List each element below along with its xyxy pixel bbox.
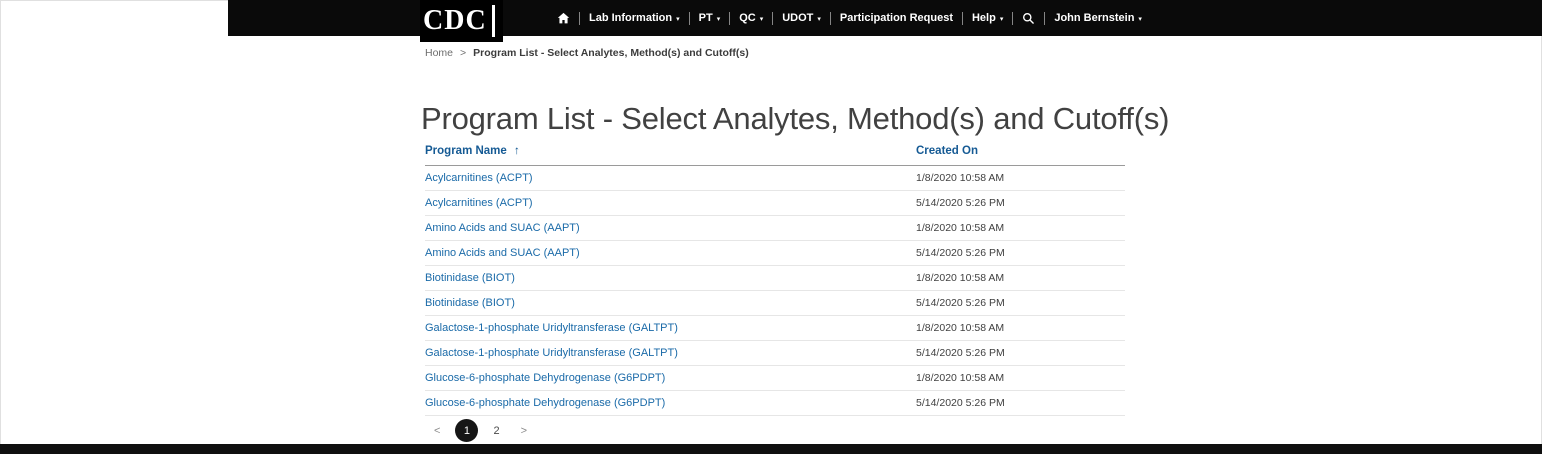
program-link[interactable]: Amino Acids and SUAC (AAPT)	[425, 247, 580, 259]
nav-user-menu[interactable]: John Bernstein ▾	[1045, 12, 1151, 24]
nav-label: Participation Request	[840, 12, 953, 24]
program-name-cell: Amino Acids and SUAC (AAPT)	[425, 216, 916, 241]
page-2-button[interactable]: 2	[487, 422, 505, 440]
program-name-cell: Galactose-1-phosphate Uridyltransferase …	[425, 341, 916, 366]
home-icon	[557, 12, 570, 25]
program-name-cell: Biotinidase (BIOT)	[425, 291, 916, 316]
nav-label: Help	[972, 12, 996, 24]
search-icon	[1022, 12, 1035, 25]
nav-label: QC	[739, 12, 756, 24]
created-on-cell: 1/8/2020 10:58 AM	[916, 316, 1125, 341]
footer-bar	[0, 444, 1542, 454]
program-link[interactable]: Glucose-6-phosphate Dehydrogenase (G6PDP…	[425, 372, 665, 384]
created-on-cell: 5/14/2020 5:26 PM	[916, 391, 1125, 416]
created-on-cell: 5/14/2020 5:26 PM	[916, 291, 1125, 316]
chevron-down-icon: ▾	[760, 15, 764, 23]
table-row: Acylcarnitines (ACPT) 5/14/2020 5:26 PM	[425, 191, 1125, 216]
created-on-cell: 1/8/2020 10:58 AM	[916, 216, 1125, 241]
program-link[interactable]: Biotinidase (BIOT)	[425, 297, 515, 309]
program-link[interactable]: Acylcarnitines (ACPT)	[425, 197, 533, 209]
table-row: Acylcarnitines (ACPT) 1/8/2020 10:58 AM	[425, 166, 1125, 191]
program-name-cell: Biotinidase (BIOT)	[425, 266, 916, 291]
table-row: Amino Acids and SUAC (AAPT) 5/14/2020 5:…	[425, 241, 1125, 266]
nav-label: UDOT	[782, 12, 813, 24]
chevron-down-icon: ▾	[717, 15, 721, 23]
program-link[interactable]: Biotinidase (BIOT)	[425, 272, 515, 284]
sort-ascending-icon: ↑	[514, 145, 520, 157]
prev-page-button[interactable]: <	[428, 422, 446, 440]
nav-home[interactable]	[548, 12, 579, 25]
pagination: < 1 2 >	[428, 419, 533, 442]
cdc-logo-text: CDC	[423, 7, 487, 35]
created-on-cell: 5/14/2020 5:26 PM	[916, 191, 1125, 216]
program-table: Program Name ↑ Created On Acylcarnitines…	[425, 139, 1125, 416]
nav-qc[interactable]: QC ▾	[730, 12, 772, 24]
cdc-logo[interactable]: CDC	[420, 0, 503, 42]
nav-pt[interactable]: PT ▾	[690, 12, 730, 24]
table-row: Glucose-6-phosphate Dehydrogenase (G6PDP…	[425, 366, 1125, 391]
column-header-created-on[interactable]: Created On	[916, 139, 1125, 166]
chevron-down-icon: ▾	[1138, 15, 1142, 23]
program-link[interactable]: Acylcarnitines (ACPT)	[425, 172, 533, 184]
program-link[interactable]: Galactose-1-phosphate Uridyltransferase …	[425, 347, 678, 359]
breadcrumb-current: Program List - Select Analytes, Method(s…	[473, 47, 749, 59]
chevron-down-icon: ▾	[817, 15, 821, 23]
breadcrumb-home-link[interactable]: Home	[425, 47, 453, 59]
table-row: Biotinidase (BIOT) 5/14/2020 5:26 PM	[425, 291, 1125, 316]
program-link[interactable]: Amino Acids and SUAC (AAPT)	[425, 222, 580, 234]
nav-lab-information[interactable]: Lab Information ▾	[580, 12, 689, 24]
table-row: Biotinidase (BIOT) 1/8/2020 10:58 AM	[425, 266, 1125, 291]
nav-label: Lab Information	[589, 12, 672, 24]
program-link[interactable]: Glucose-6-phosphate Dehydrogenase (G6PDP…	[425, 397, 665, 409]
page: CDC Lab Information ▾ PT ▾ QC ▾ UDOT ▾	[0, 0, 1542, 454]
column-label: Program Name	[425, 145, 507, 157]
table-row: Galactose-1-phosphate Uridyltransferase …	[425, 316, 1125, 341]
program-name-cell: Glucose-6-phosphate Dehydrogenase (G6PDP…	[425, 391, 916, 416]
nav-search[interactable]	[1013, 12, 1044, 25]
nav-help[interactable]: Help ▾	[963, 12, 1012, 24]
created-on-cell: 1/8/2020 10:58 AM	[916, 366, 1125, 391]
column-header-program-name[interactable]: Program Name ↑	[425, 139, 916, 166]
program-name-cell: Acylcarnitines (ACPT)	[425, 191, 916, 216]
breadcrumb-separator: >	[460, 47, 466, 59]
created-on-cell: 5/14/2020 5:26 PM	[916, 241, 1125, 266]
table-row: Galactose-1-phosphate Uridyltransferase …	[425, 341, 1125, 366]
table-header-row: Program Name ↑ Created On	[425, 139, 1125, 166]
chevron-down-icon: ▾	[1000, 15, 1004, 23]
created-on-cell: 1/8/2020 10:58 AM	[916, 166, 1125, 191]
chevron-down-icon: ▾	[676, 15, 680, 23]
nav-participation-request[interactable]: Participation Request	[831, 12, 962, 24]
created-on-cell: 5/14/2020 5:26 PM	[916, 341, 1125, 366]
program-name-cell: Amino Acids and SUAC (AAPT)	[425, 241, 916, 266]
main-nav: Lab Information ▾ PT ▾ QC ▾ UDOT ▾ Parti…	[548, 0, 1151, 36]
table-row: Amino Acids and SUAC (AAPT) 1/8/2020 10:…	[425, 216, 1125, 241]
page-1-button[interactable]: 1	[455, 419, 478, 442]
nav-label: PT	[699, 12, 713, 24]
column-label: Created On	[916, 145, 978, 157]
program-name-cell: Galactose-1-phosphate Uridyltransferase …	[425, 316, 916, 341]
created-on-cell: 1/8/2020 10:58 AM	[916, 266, 1125, 291]
program-name-cell: Glucose-6-phosphate Dehydrogenase (G6PDP…	[425, 366, 916, 391]
page-title: Program List - Select Analytes, Method(s…	[421, 101, 1169, 137]
program-name-cell: Acylcarnitines (ACPT)	[425, 166, 916, 191]
nav-udot[interactable]: UDOT ▾	[773, 12, 830, 24]
cdc-logo-divider	[492, 5, 495, 37]
program-link[interactable]: Galactose-1-phosphate Uridyltransferase …	[425, 322, 678, 334]
nav-user-name: John Bernstein	[1054, 12, 1134, 24]
next-page-button[interactable]: >	[515, 422, 533, 440]
table-row: Glucose-6-phosphate Dehydrogenase (G6PDP…	[425, 391, 1125, 416]
breadcrumb: Home > Program List - Select Analytes, M…	[425, 47, 749, 59]
